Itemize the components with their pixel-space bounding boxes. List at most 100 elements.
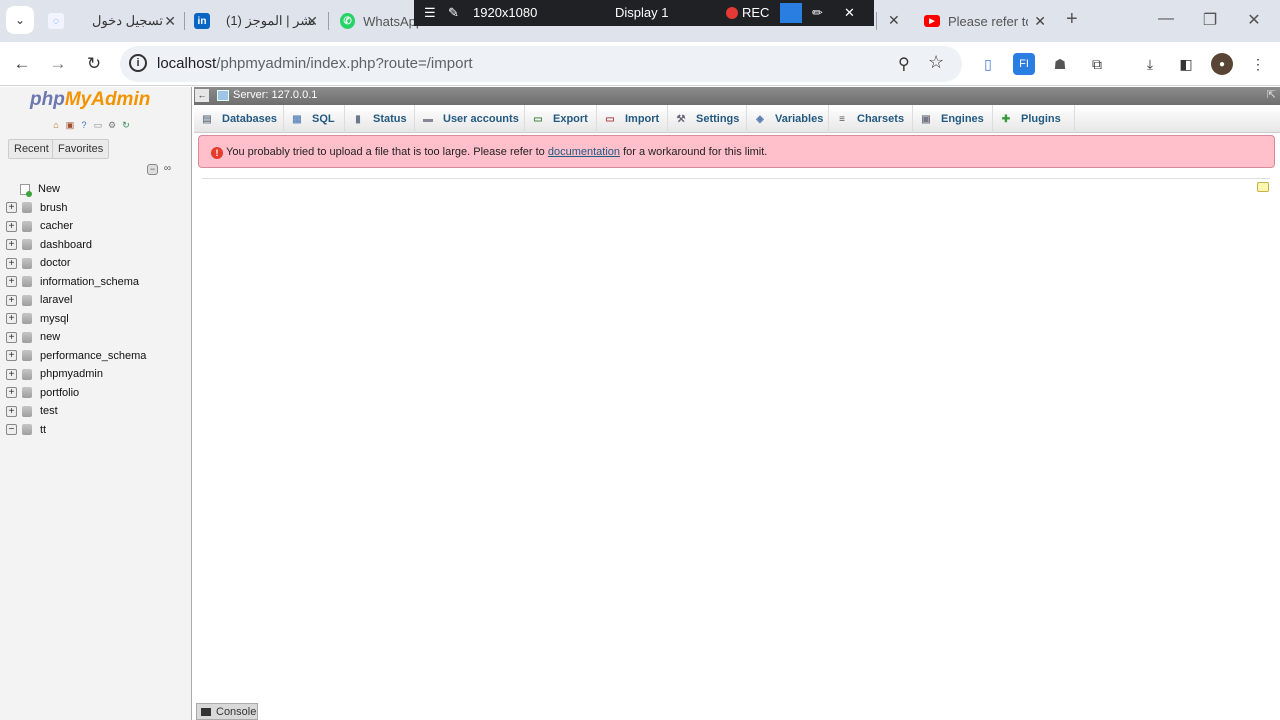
close-icon[interactable]: ✕ [844,5,855,21]
download-icon[interactable]: ⤓ [1139,53,1161,75]
tree-database-item[interactable]: + brush [6,199,146,218]
database-name[interactable]: new [40,331,60,343]
database-name[interactable]: dashboard [40,239,92,251]
expand-icon[interactable]: + [6,405,17,417]
zoom-icon[interactable]: ⚲ [898,54,910,74]
expand-icon[interactable]: + [6,294,17,306]
logout-icon[interactable]: ▣ [64,119,76,131]
url-text[interactable]: localhost/phpmyadmin/index.php?route=/im… [157,55,473,72]
tree-database-item[interactable]: + new [6,328,146,347]
tab-whatsapp[interactable]: ✆ WhatsApp [340,6,420,36]
close-window-icon[interactable]: ✕ [1244,10,1264,30]
tab-search-button[interactable]: ⌄ [6,6,34,34]
tree-database-item[interactable]: − tt [6,421,146,440]
close-icon[interactable]: ✕ [1034,13,1046,30]
console-toggle[interactable]: Console [196,703,258,720]
extension-fi-icon[interactable]: FI [1013,53,1035,75]
link-icon[interactable]: ∞ [162,164,173,175]
server-label[interactable]: Server: 127.0.0.1 [233,89,317,101]
database-name[interactable]: portfolio [40,387,79,399]
tree-database-item[interactable]: + doctor [6,254,146,273]
menu-item-charsets[interactable]: ≡ Charsets [829,105,913,133]
rec-button[interactable]: REC [726,5,769,20]
database-name[interactable]: tt [40,424,46,436]
menu-item-user-accounts[interactable]: ▬ User accounts [415,105,525,133]
avatar[interactable]: ● [1211,53,1233,75]
minimize-icon[interactable]: — [1156,10,1176,28]
tree-database-item[interactable]: + test [6,402,146,421]
database-name[interactable]: cacher [40,220,73,232]
refresh-icon[interactable]: ↻ [120,119,132,131]
expand-icon[interactable]: + [6,331,17,343]
expand-icon[interactable]: + [6,350,17,362]
menu-item-sql[interactable]: ▦ SQL [284,105,345,133]
extension-robot-icon[interactable]: ☗ [1049,53,1071,75]
page-settings-icon[interactable] [1257,182,1269,192]
menu-item-import[interactable]: ▭ Import [597,105,668,133]
recorder-display[interactable]: Display 1 [615,5,668,20]
database-name[interactable]: information_schema [40,276,139,288]
expand-icon[interactable]: + [6,220,17,232]
expand-icon[interactable]: + [6,313,17,325]
favorites-tab[interactable]: Favorites [52,139,110,159]
expand-icon[interactable]: + [6,387,17,399]
kebab-menu-icon[interactable]: ⋮ [1247,53,1269,75]
tab-youtube[interactable]: ▶ Please refer to ✕ [924,6,1046,36]
help-icon[interactable]: ? [78,119,90,131]
forward-icon[interactable]: → [46,52,70,76]
tab-linkedin[interactable]: in (1) نشر | الموجز ✕ [194,6,318,36]
omnibox[interactable]: i localhost/phpmyadmin/index.php?route=/… [120,46,962,82]
database-name[interactable]: brush [40,202,68,214]
tree-database-item[interactable]: + performance_schema [6,347,146,366]
collapse-all-icon[interactable]: − [147,164,158,175]
recent-tab[interactable]: Recent [8,139,55,159]
expand-icon[interactable]: + [6,202,17,214]
restore-icon[interactable]: ❐ [1200,10,1220,30]
database-name[interactable]: test [40,405,58,417]
tab-login[interactable]: ◌ تسجيل دخول ✕ [48,6,176,36]
menu-icon[interactable]: ☰ [424,5,436,21]
tree-database-item[interactable]: + information_schema [6,273,146,292]
database-name[interactable]: mysql [40,313,69,325]
tree-database-item[interactable]: + laravel [6,291,146,310]
site-info-icon[interactable]: i [129,54,147,72]
phpmyadmin-logo[interactable]: phpMyAdmin [30,89,150,111]
close-icon[interactable]: ✕ [164,13,176,30]
database-name[interactable]: phpmyadmin [40,368,103,380]
menu-item-engines[interactable]: ▣ Engines [913,105,993,133]
home-icon[interactable]: ⌂ [50,119,62,131]
close-icon[interactable]: ✕ [888,12,900,29]
expand-icon[interactable]: + [6,239,17,251]
collapse-nav-button[interactable]: ← [195,89,209,102]
side-panel-icon[interactable]: ◧ [1175,53,1197,75]
extensions-puzzle-icon[interactable]: ⧉ [1086,53,1108,75]
documentation-link[interactable]: documentation [548,146,620,158]
menu-item-export[interactable]: ▭ Export [525,105,597,133]
docs-icon[interactable]: ▭ [92,119,104,131]
tree-database-item[interactable]: + portfolio [6,384,146,403]
pen-icon[interactable]: ✏ [812,5,823,21]
scroll-up-icon[interactable]: ⇱ [1267,88,1276,101]
new-tab-button[interactable]: + [1066,8,1078,31]
back-icon[interactable]: ← [10,52,34,76]
pin-icon[interactable]: ✎ [448,5,459,21]
expand-icon[interactable]: + [6,368,17,380]
tree-new[interactable]: New [6,180,146,199]
screen-icon[interactable] [780,3,802,23]
expand-icon[interactable]: − [6,424,17,436]
close-icon[interactable]: ✕ [306,13,318,30]
menu-item-variables[interactable]: ◈ Variables [747,105,829,133]
bookmark-star-icon[interactable]: ☆ [928,52,944,73]
database-name[interactable]: laravel [40,294,72,306]
tree-database-item[interactable]: + cacher [6,217,146,236]
menu-item-settings[interactable]: ⚒ Settings [668,105,747,133]
reload-icon[interactable]: ↻ [82,52,106,76]
menu-item-databases[interactable]: ▤ Databases [194,105,284,133]
expand-icon[interactable]: + [6,276,17,288]
database-name[interactable]: performance_schema [40,350,146,362]
menu-item-status[interactable]: ▮ Status [345,105,415,133]
expand-icon[interactable]: + [6,257,17,269]
tree-database-item[interactable]: + mysql [6,310,146,329]
gear-icon[interactable]: ⚙ [106,119,118,131]
database-name[interactable]: doctor [40,257,71,269]
